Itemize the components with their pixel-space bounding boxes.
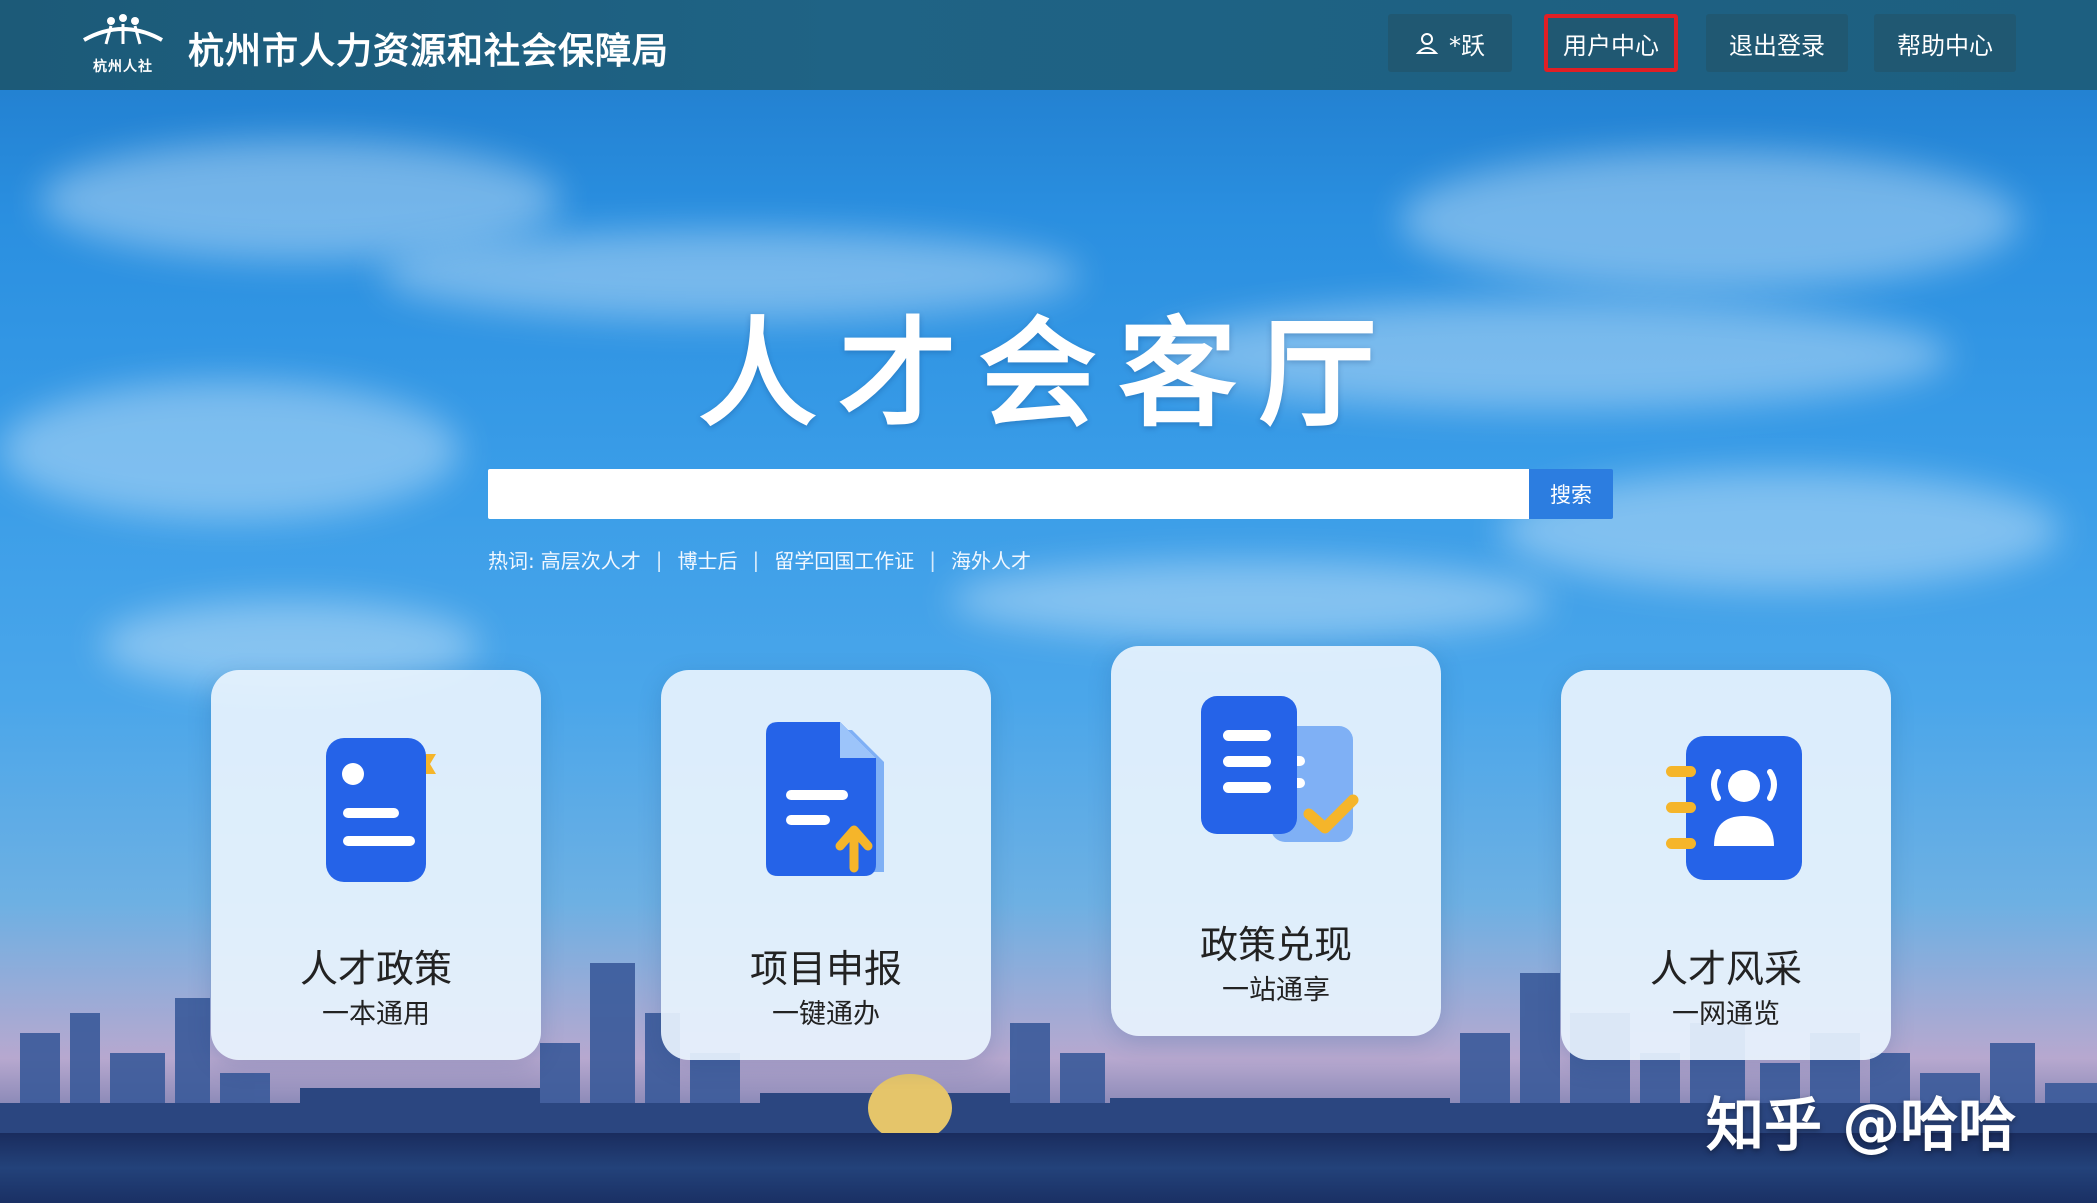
card-subtitle: 一站通享 [1222, 975, 1330, 1006]
user-name: *跃 [1449, 31, 1485, 60]
user-account-button[interactable]: *跃 [1388, 14, 1512, 72]
card-title: 人才风采 [1649, 947, 1802, 991]
card-title: 项目申报 [749, 947, 902, 991]
user-icon [1415, 33, 1439, 54]
hot-word-link[interactable]: 海外人才 [951, 545, 1031, 574]
card-title: 人才政策 [299, 947, 452, 991]
logout-button[interactable]: 退出登录 [1706, 14, 1848, 72]
document-profile-icon [326, 738, 436, 882]
site-title[interactable]: 杭州市人力资源和社会保障局 [188, 22, 669, 74]
search-button[interactable]: 搜索 [1529, 469, 1613, 519]
card-talent-policy[interactable]: 人才政策 一本通用 [211, 670, 541, 1060]
card-talent-showcase[interactable]: 人才风采 一网通览 [1561, 670, 1891, 1060]
logo-text: 杭州人社 [93, 59, 153, 75]
separator: | [929, 547, 936, 572]
card-policy-redemption[interactable]: 政策兑现 一站通享 [1111, 646, 1441, 1036]
separator: | [655, 547, 663, 572]
card-title: 政策兑现 [1199, 923, 1352, 967]
hot-word-link[interactable]: 博士后 [678, 545, 738, 574]
card-subtitle: 一本通用 [322, 999, 430, 1030]
hot-word-link[interactable]: 高层次人才 [541, 545, 641, 574]
card-subtitle: 一网通览 [1672, 999, 1780, 1030]
site-logo[interactable]: 杭州人社 [82, 14, 164, 76]
hot-word-link[interactable]: 留学回国工作证 [774, 545, 914, 574]
card-project-application[interactable]: 项目申报 一键通办 [661, 670, 991, 1060]
help-center-button[interactable]: 帮助中心 [1874, 14, 2016, 72]
separator: | [752, 547, 760, 572]
policy-check-icon [1201, 696, 1359, 842]
file-upload-icon [766, 722, 884, 876]
talent-profile-icon [1666, 736, 1802, 880]
user-center-button[interactable]: 用户中心 [1544, 14, 1678, 72]
hot-words-label: 热词: [488, 549, 535, 573]
top-header: 杭州人社 杭州市人力资源和社会保障局 *跃 用户中心 退出登录 帮助中心 [0, 0, 2097, 90]
page-title: 人才会客厅 [698, 305, 1399, 443]
search-input[interactable] [488, 469, 1529, 519]
watermark: 知乎 @哈哈 [1706, 1091, 2017, 1159]
card-subtitle: 一键通办 [772, 999, 880, 1030]
logo-emblem-icon [83, 14, 163, 45]
hot-words: 热词: 高层次人才 | 博士后 | 留学回国工作证 | 海外人才 [488, 545, 1031, 574]
